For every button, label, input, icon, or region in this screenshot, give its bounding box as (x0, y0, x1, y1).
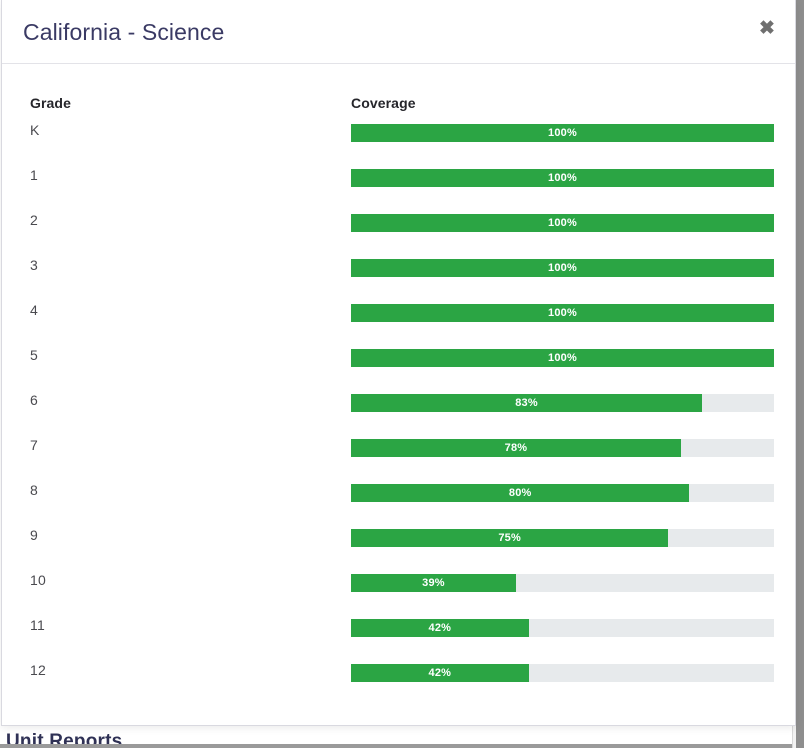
cell-coverage: 42% (351, 619, 774, 637)
coverage-bar-label: 100% (548, 217, 577, 229)
cell-coverage: 100% (351, 349, 774, 367)
coverage-bar-track: 39% (351, 574, 774, 592)
coverage-bar-track: 100% (351, 259, 774, 277)
cell-grade: 6 (30, 392, 38, 408)
table-row: 9 75% (2, 514, 795, 559)
coverage-bar-label: 100% (548, 172, 577, 184)
coverage-bar-track: 78% (351, 439, 774, 457)
coverage-bar-track: 100% (351, 169, 774, 187)
table-row: 5 100% (2, 334, 795, 379)
cell-coverage: 100% (351, 259, 774, 277)
table-row: 11 42% (2, 604, 795, 649)
background-divider (0, 744, 804, 748)
coverage-table: Grade Coverage K 100% 1 100% 2 100% 3 100% 4 100%… (2, 64, 795, 694)
coverage-bar-track: 100% (351, 214, 774, 232)
coverage-bar-label: 100% (548, 307, 577, 319)
table-row: 8 80% (2, 469, 795, 514)
coverage-bar-track: 83% (351, 394, 774, 412)
coverage-modal: California - Science ✖ Grade Coverage K 1… (1, 0, 796, 726)
cell-grade: K (30, 122, 40, 138)
coverage-bar-track: 42% (351, 619, 774, 637)
coverage-bar-track: 42% (351, 664, 774, 682)
cell-coverage: 80% (351, 484, 774, 502)
coverage-bar-label: 100% (548, 262, 577, 274)
modal-header: California - Science ✖ (2, 0, 795, 64)
cell-grade: 3 (30, 257, 38, 273)
coverage-bar-label: 100% (548, 352, 577, 364)
cell-coverage: 39% (351, 574, 774, 592)
cell-grade: 12 (30, 662, 46, 678)
coverage-bar-label: 39% (422, 577, 445, 589)
modal-title: California - Science (23, 19, 225, 45)
cell-coverage: 78% (351, 439, 774, 457)
coverage-bar-label: 80% (508, 487, 532, 499)
table-row: 3 100% (2, 244, 795, 289)
cell-grade: 5 (30, 347, 38, 363)
cell-grade: 7 (30, 437, 38, 453)
coverage-bar-track: 100% (351, 124, 774, 142)
coverage-bar-label: 75% (498, 532, 521, 544)
cell-coverage: 100% (351, 214, 774, 232)
coverage-bar-track: 100% (351, 349, 774, 367)
cell-grade: 1 (30, 167, 38, 183)
table-row: K 100% (2, 109, 795, 154)
coverage-bar-label: 100% (548, 127, 577, 139)
cell-coverage: 83% (351, 394, 774, 412)
cell-grade: 2 (30, 212, 38, 228)
table-row: 10 39% (2, 559, 795, 604)
table-row: 1 100% (2, 154, 795, 199)
table-body: K 100% 1 100% 2 100% 3 100% 4 100% 5 100% 6 83% 7 78% 8 8… (2, 109, 795, 694)
cell-coverage: 42% (351, 664, 774, 682)
coverage-bar-label: 78% (504, 442, 528, 454)
close-icon[interactable]: ✖ (755, 16, 779, 40)
coverage-bar-label: 42% (428, 622, 452, 634)
cell-grade: 8 (30, 482, 38, 498)
page-root: Unit Reports California - Science ✖ Grad… (0, 0, 804, 748)
cell-grade: 9 (30, 527, 38, 543)
table-row: 4 100% (2, 289, 795, 334)
page-scrollbar[interactable] (796, 0, 804, 748)
table-row: 2 100% (2, 199, 795, 244)
cell-coverage: 100% (351, 304, 774, 322)
cell-grade: 11 (30, 617, 45, 633)
coverage-bar-label: 42% (428, 667, 452, 679)
cell-coverage: 100% (351, 169, 774, 187)
table-row: 12 42% (2, 649, 795, 694)
modal-body: Grade Coverage K 100% 1 100% 2 100% 3 100% 4 100%… (2, 64, 795, 725)
coverage-bar-track: 80% (351, 484, 774, 502)
cell-grade: 10 (30, 572, 46, 588)
table-row: 6 83% (2, 379, 795, 424)
cell-grade: 4 (30, 302, 38, 318)
coverage-bar-track: 75% (351, 529, 774, 547)
coverage-bar-track: 100% (351, 304, 774, 322)
cell-coverage: 75% (351, 529, 774, 547)
cell-coverage: 100% (351, 124, 774, 142)
table-row: 7 78% (2, 424, 795, 469)
table-header-row: Grade Coverage (2, 64, 795, 111)
coverage-bar-label: 83% (515, 397, 538, 409)
